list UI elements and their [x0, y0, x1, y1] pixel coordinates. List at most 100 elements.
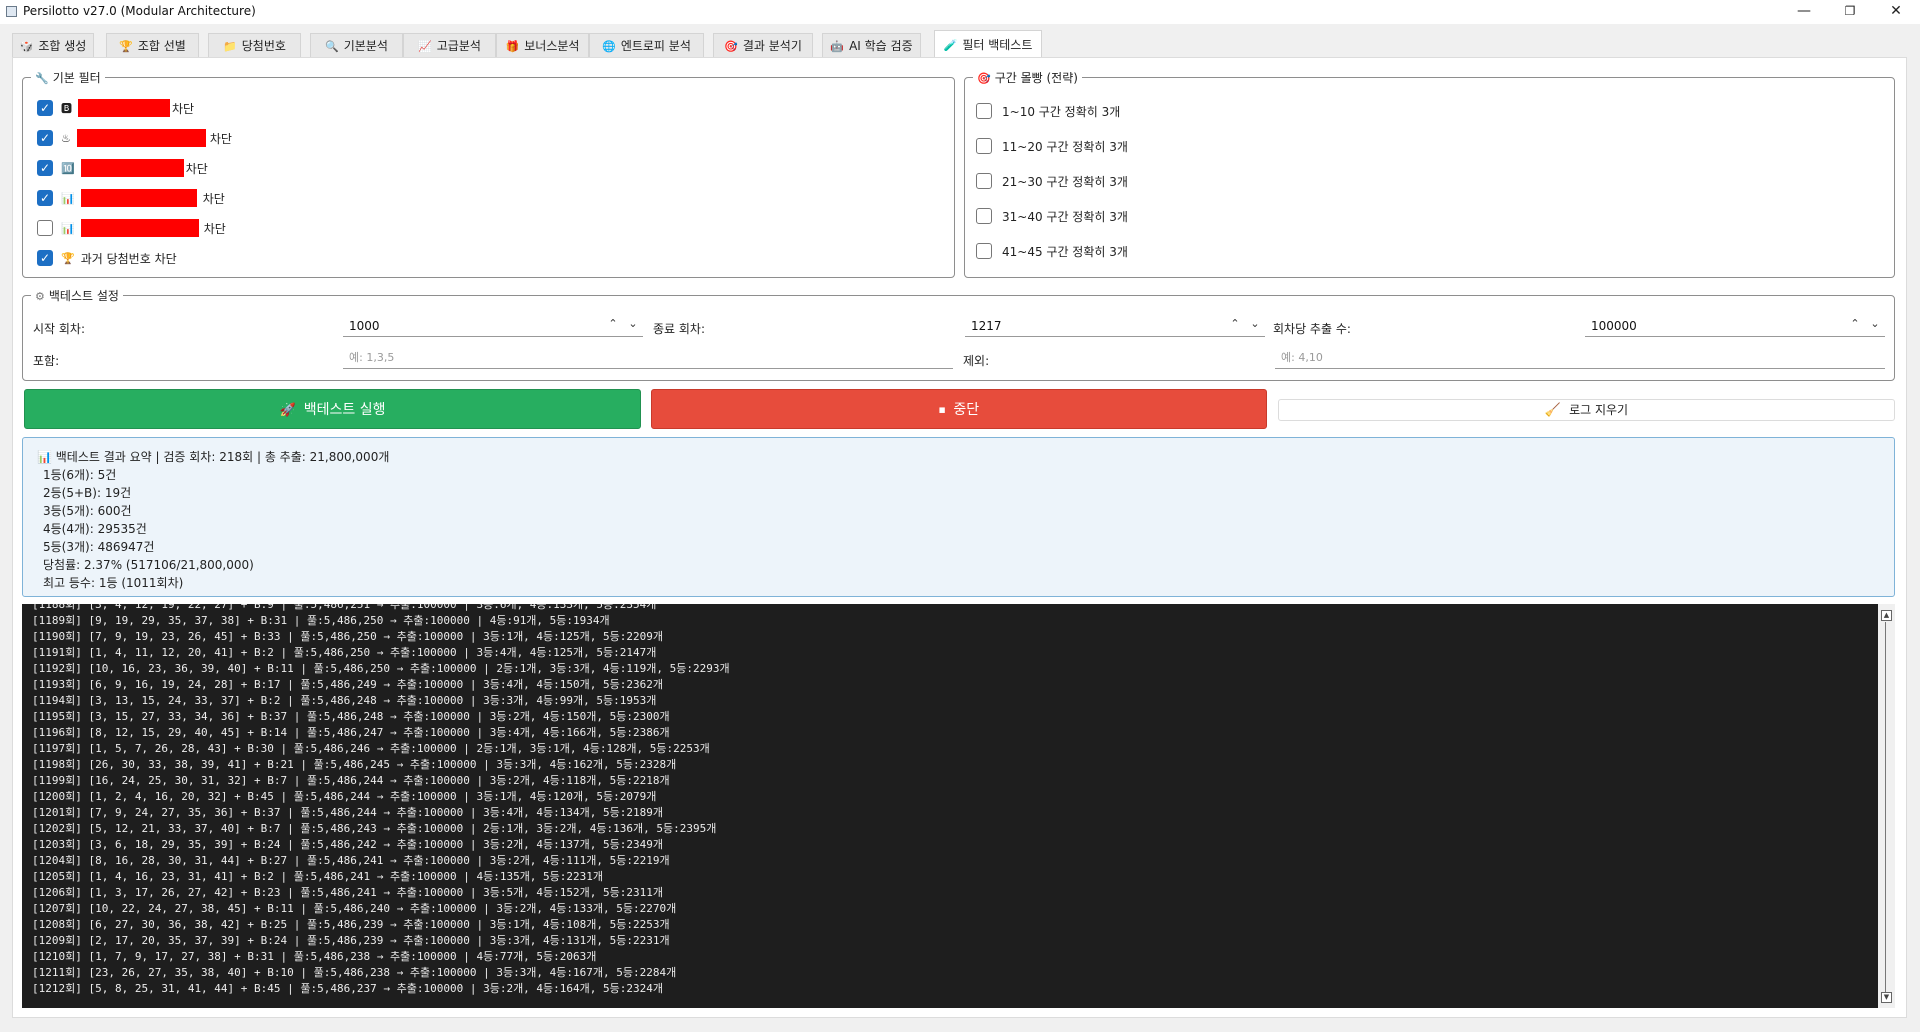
- exclude-field-box[interactable]: [1275, 348, 1885, 369]
- folder-icon: 📁: [223, 40, 237, 53]
- redacted-label: [80, 189, 197, 207]
- filter-row-2[interactable]: ✓ ♨ 차단: [37, 128, 232, 148]
- per-round-spinbox[interactable]: 100000 ⌃ ⌄: [1585, 316, 1885, 337]
- end-round-spinbox[interactable]: 1217 ⌃ ⌄: [965, 316, 1265, 337]
- spin-up-icon[interactable]: ⌃: [1847, 317, 1863, 330]
- redacted-label: [78, 99, 170, 117]
- tab-advanced-analysis[interactable]: 📈 고급분석: [403, 33, 496, 57]
- range-row-4[interactable]: 31~40 구간 정확히 3개: [976, 206, 1128, 226]
- basic-filter-group: 🔧 기본 필터 ✓ 🅱 차단 ✓ ♨ 차단 ✓ 🔟 차단 ✓ 📊 차단 📊 차단 …: [22, 69, 955, 278]
- checkbox-filter-1[interactable]: ✓: [37, 100, 53, 116]
- include-input[interactable]: [343, 348, 953, 367]
- log-line: [1207회] [10, 22, 24, 27, 38, 45] + B:11 …: [32, 902, 677, 915]
- summary-header: 📊 백테스트 결과 요약 | 검증 회차: 218회 | 총 추출: 21,80…: [37, 450, 390, 464]
- log-line: [1194회] [3, 13, 15, 24, 33, 37] + B:2 | …: [32, 694, 657, 707]
- log-scrollbar[interactable]: ▲ ▼: [1878, 604, 1895, 1008]
- filter-row-1[interactable]: ✓ 🅱 차단: [37, 98, 194, 118]
- tab-entropy-analysis[interactable]: 🌐 엔트로피 분석: [589, 33, 704, 57]
- log-line: [1204회] [8, 16, 28, 30, 31, 44] + B:27 |…: [32, 854, 670, 867]
- checkbox-range-4[interactable]: [976, 208, 992, 224]
- exclude-input[interactable]: [1275, 348, 1885, 367]
- log-line: [1203회] [3, 6, 18, 29, 35, 39] + B:24 | …: [32, 838, 664, 851]
- range-filter-title: 🎯 구간 몰빵 (전략): [973, 69, 1082, 86]
- tab-ai-learning[interactable]: 🤖 AI 학습 검증: [822, 33, 921, 57]
- log-line: [1190회] [7, 9, 19, 23, 26, 45] + B:33 | …: [32, 630, 664, 643]
- spin-down-icon[interactable]: ⌄: [1247, 317, 1263, 330]
- tab-result-analyzer[interactable]: 🎯 결과 분석기: [713, 33, 813, 57]
- range-label: 1~10 구간 정확히 3개: [1002, 104, 1121, 119]
- filter-icon-2: ♨: [61, 131, 71, 145]
- filter-suffix: 차단: [209, 131, 232, 146]
- tab-filter-backtest[interactable]: 🧪 필터 백테스트: [934, 30, 1042, 57]
- spin-down-icon[interactable]: ⌄: [1867, 317, 1883, 330]
- spin-down-icon[interactable]: ⌄: [625, 317, 641, 330]
- log-line: [1191회] [1, 4, 11, 12, 20, 41] + B:2 | 풀…: [32, 646, 657, 659]
- checkbox-filter-3[interactable]: ✓: [37, 160, 53, 176]
- clear-log-button[interactable]: 🧹 로그 지우기: [1278, 399, 1895, 421]
- magnifier-icon: 🔍: [325, 40, 339, 53]
- include-field-box[interactable]: [343, 348, 953, 369]
- checkbox-range-3[interactable]: [976, 173, 992, 189]
- include-label: 포함:: [33, 354, 60, 368]
- log-line: [1201회] [7, 9, 24, 27, 35, 36] + B:37 | …: [32, 806, 664, 819]
- filter-row-4[interactable]: ✓ 📊 차단: [37, 188, 225, 208]
- per-round-label: 회차당 추출 수:: [1273, 322, 1351, 336]
- log-line: [1209회] [2, 17, 20, 35, 37, 39] + B:24 |…: [32, 934, 670, 947]
- tab-basic-analysis[interactable]: 🔍 기본분석: [310, 33, 403, 57]
- checkbox-filter-4[interactable]: ✓: [37, 190, 53, 206]
- close-button[interactable]: ✕: [1873, 0, 1919, 24]
- end-round-value: 1217: [971, 319, 1002, 333]
- maximize-button[interactable]: ❐: [1827, 0, 1873, 24]
- start-round-spinbox[interactable]: 1000 ⌃ ⌄: [343, 316, 643, 337]
- filter-row-3[interactable]: ✓ 🔟 차단: [37, 158, 208, 178]
- spin-up-icon[interactable]: ⌃: [1227, 317, 1243, 330]
- redacted-label: [76, 129, 206, 147]
- tab-bonus-analysis[interactable]: 🎁 보너스분석: [496, 33, 589, 57]
- broom-icon: 🧹: [1544, 403, 1562, 418]
- log-line: [1195회] [3, 15, 27, 33, 34, 36] + B:37 |…: [32, 710, 670, 723]
- stop-icon: ⏹: [938, 403, 946, 418]
- trophy-icon: 🏆: [119, 40, 133, 53]
- tab-label: 엔트로피 분석: [620, 39, 691, 53]
- range-row-2[interactable]: 11~20 구간 정확히 3개: [976, 136, 1128, 156]
- tab-label: 보너스분석: [524, 39, 580, 53]
- spin-up-icon[interactable]: ⌃: [605, 317, 621, 330]
- scroll-down-icon[interactable]: ▼: [1881, 992, 1892, 1003]
- filter-row-5[interactable]: 📊 차단: [37, 218, 226, 238]
- tab-label: 필터 백테스트: [962, 38, 1033, 52]
- checkbox-range-5[interactable]: [976, 243, 992, 259]
- end-round-label: 종료 회차:: [653, 322, 706, 336]
- range-row-3[interactable]: 21~30 구간 정확히 3개: [976, 171, 1128, 191]
- log-line: [1188회] [3, 4, 12, 19, 22, 27] + B:9 | 풀…: [32, 604, 657, 611]
- scroll-up-icon[interactable]: ▲: [1881, 610, 1892, 621]
- range-row-1[interactable]: 1~10 구간 정확히 3개: [976, 101, 1120, 121]
- tab-winning-numbers[interactable]: 📁 당첨번호: [208, 33, 301, 57]
- target-icon: 🎯: [724, 40, 738, 53]
- range-row-5[interactable]: 41~45 구간 정확히 3개: [976, 241, 1128, 261]
- summary-line: 최고 등수: 1등 (1011회차): [43, 576, 184, 590]
- run-backtest-button[interactable]: 🚀 백테스트 실행: [24, 389, 641, 429]
- checkbox-filter-6[interactable]: ✓: [37, 250, 53, 266]
- log-line: [1205회] [1, 4, 16, 23, 31, 41] + B:2 | 풀…: [32, 870, 604, 883]
- log-line: [1193회] [6, 9, 16, 19, 24, 28] + B:17 | …: [32, 678, 664, 691]
- summary-line: 3등(5개): 600건: [43, 504, 132, 518]
- test-tube-icon: 🧪: [943, 39, 958, 52]
- summary-line: 당첨률: 2.37% (517106/21,800,000): [43, 558, 254, 572]
- per-round-value: 100000: [1591, 319, 1637, 333]
- scroll-track[interactable]: [1885, 622, 1886, 992]
- tab-combination-select[interactable]: 🏆 조합 선별: [106, 33, 199, 57]
- tab-combination-generate[interactable]: 🎲 조합 생성: [12, 33, 94, 57]
- minimize-button[interactable]: —: [1781, 0, 1827, 24]
- exclude-label: 제외:: [963, 354, 990, 368]
- checkbox-filter-5[interactable]: [37, 220, 53, 236]
- stop-button[interactable]: ⏹ 중단: [651, 389, 1267, 429]
- tab-label: 당첨번호: [241, 39, 286, 53]
- log-console[interactable]: [1188회] [3, 4, 12, 19, 22, 27] + B:9 | 풀…: [22, 604, 1895, 1008]
- checkbox-range-1[interactable]: [976, 103, 992, 119]
- summary-line: 1등(6개): 5건: [43, 468, 117, 482]
- checkbox-range-2[interactable]: [976, 138, 992, 154]
- basic-filter-title: 🔧 기본 필터: [31, 69, 105, 86]
- checkbox-filter-2[interactable]: ✓: [37, 130, 53, 146]
- filter-row-6[interactable]: ✓ 🏆 과거 당첨번호 차단: [37, 248, 177, 268]
- filter-icon-4: 📊: [61, 191, 75, 205]
